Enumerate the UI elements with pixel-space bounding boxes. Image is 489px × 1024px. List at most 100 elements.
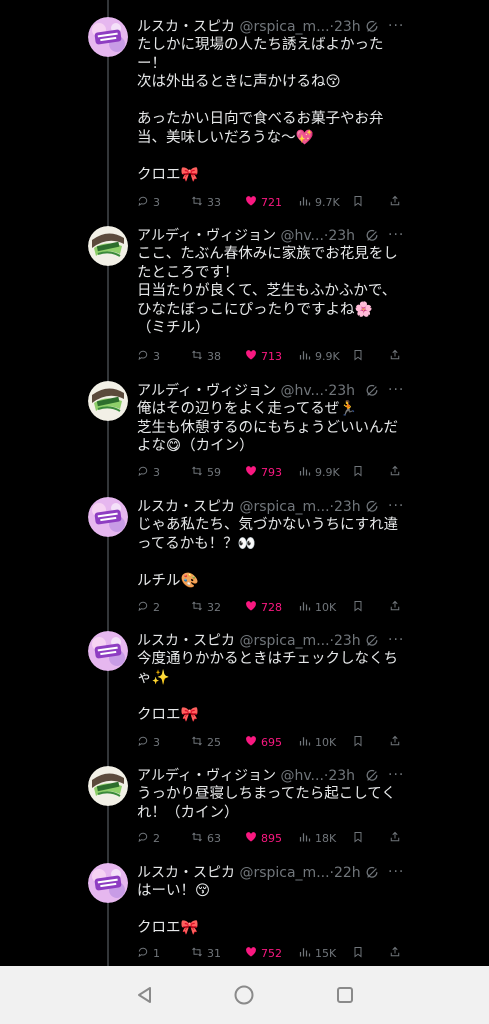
reply-icon	[137, 600, 149, 615]
grok-icon[interactable]	[365, 383, 379, 397]
more-options-icon[interactable]: ···	[388, 17, 404, 35]
display-name[interactable]: アルディ・ヴィジョン	[137, 228, 276, 244]
reply-icon	[137, 349, 149, 364]
bookmark-button[interactable]	[352, 735, 364, 749]
bookmark-button[interactable]	[352, 831, 364, 845]
repost-button[interactable]: 63	[191, 831, 221, 845]
repost-count: 63	[207, 831, 221, 845]
timestamp[interactable]: ·22h	[330, 865, 361, 881]
bookmark-button[interactable]	[352, 195, 364, 209]
timestamp[interactable]: ·23h	[324, 383, 355, 399]
heart-icon	[245, 831, 257, 846]
tweet-text-line: 次は外出るときに声かけるね😚	[137, 74, 341, 90]
repost-button[interactable]: 31	[191, 946, 221, 960]
timestamp[interactable]: ·23h	[324, 228, 355, 244]
like-button[interactable]: 713	[245, 349, 282, 363]
display-name[interactable]: ルスカ・スピカ	[137, 19, 235, 35]
more-options-icon[interactable]: ···	[388, 631, 404, 649]
grok-icon[interactable]	[365, 865, 379, 879]
like-button[interactable]: 752	[245, 946, 282, 960]
user-handle[interactable]: @hv...	[280, 228, 323, 244]
repost-button[interactable]: 59	[191, 465, 221, 479]
home-icon[interactable]	[232, 983, 256, 1007]
share-button[interactable]	[389, 349, 401, 363]
reply-button[interactable]: 3	[137, 349, 160, 363]
more-options-icon[interactable]: ···	[388, 497, 404, 515]
views-button[interactable]: 9.9K	[299, 465, 340, 479]
avatar[interactable]	[88, 863, 128, 903]
like-button[interactable]: 793	[245, 465, 282, 479]
timestamp[interactable]: ·23h	[330, 633, 361, 649]
reply-button[interactable]: 3	[137, 465, 160, 479]
tweet-actions: 3 38 713 9.9K	[137, 349, 407, 363]
share-button[interactable]	[389, 195, 401, 209]
like-button[interactable]: 728	[245, 600, 282, 614]
display-name[interactable]: ルスカ・スピカ	[137, 865, 235, 881]
bookmark-button[interactable]	[352, 600, 364, 614]
more-options-icon[interactable]: ···	[388, 863, 404, 881]
repost-button[interactable]: 32	[191, 600, 221, 614]
like-button[interactable]: 895	[245, 831, 282, 845]
user-handle[interactable]: @rspica_m...	[239, 499, 329, 515]
more-options-icon[interactable]: ···	[388, 381, 404, 399]
like-button[interactable]: 721	[245, 195, 282, 209]
more-options-icon[interactable]: ···	[388, 226, 404, 244]
share-button[interactable]	[389, 735, 401, 749]
tweet-feed[interactable]: ルスカ・スピカ @rspica_m...·23h ··· たしかに現場の人たち誘えば…	[0, 0, 489, 966]
avatar[interactable]	[88, 226, 128, 266]
repost-button[interactable]: 33	[191, 195, 221, 209]
tweet-text-line: クロエ🎀	[137, 706, 199, 723]
reply-count: 3	[153, 735, 160, 749]
tweet-body: 今度通りかかるときはチェックしなくちゃ✨ クロエ🎀	[137, 650, 399, 724]
timestamp[interactable]: ·23h	[330, 499, 361, 515]
user-handle[interactable]: @rspica_m...	[239, 865, 329, 881]
avatar[interactable]	[88, 497, 128, 537]
user-handle[interactable]: @hv...	[280, 383, 323, 399]
bookmark-button[interactable]	[352, 946, 364, 960]
like-button[interactable]: 695	[245, 735, 282, 749]
tweet-text-line: じゃあ私たち、気づかないうちにすれ違ってるかも！？👀	[137, 517, 399, 552]
share-button[interactable]	[389, 946, 401, 960]
recents-icon[interactable]	[333, 983, 357, 1007]
timestamp[interactable]: ·23h	[324, 768, 355, 784]
display-name[interactable]: ルスカ・スピカ	[137, 633, 235, 649]
avatar[interactable]	[88, 631, 128, 671]
grok-icon[interactable]	[365, 228, 379, 242]
bookmark-button[interactable]	[352, 349, 364, 363]
views-button[interactable]: 9.7K	[299, 195, 340, 209]
avatar[interactable]	[88, 766, 128, 806]
timestamp[interactable]: ·23h	[330, 19, 361, 35]
reply-button[interactable]: 2	[137, 831, 160, 845]
repost-button[interactable]: 38	[191, 349, 221, 363]
back-icon[interactable]	[133, 983, 157, 1007]
share-button[interactable]	[389, 600, 401, 614]
grok-icon[interactable]	[365, 499, 379, 513]
grok-icon[interactable]	[365, 19, 379, 33]
share-button[interactable]	[389, 465, 401, 479]
reply-button[interactable]: 1	[137, 946, 160, 960]
reply-button[interactable]: 3	[137, 735, 160, 749]
user-handle[interactable]: @rspica_m...	[239, 19, 329, 35]
reply-button[interactable]: 3	[137, 195, 160, 209]
views-button[interactable]: 15K	[299, 946, 336, 960]
avatar[interactable]	[88, 17, 128, 57]
views-button[interactable]: 9.9K	[299, 349, 340, 363]
grok-icon[interactable]	[365, 633, 379, 647]
repost-button[interactable]: 25	[191, 735, 221, 749]
view-count: 10K	[315, 600, 337, 614]
reply-button[interactable]: 2	[137, 600, 160, 614]
like-count: 728	[261, 600, 282, 614]
views-button[interactable]: 18K	[299, 831, 336, 845]
display-name[interactable]: ルスカ・スピカ	[137, 499, 235, 515]
avatar[interactable]	[88, 381, 128, 421]
bookmark-button[interactable]	[352, 465, 364, 479]
display-name[interactable]: アルディ・ヴィジョン	[137, 768, 276, 784]
views-button[interactable]: 10K	[299, 735, 336, 749]
display-name[interactable]: アルディ・ヴィジョン	[137, 383, 276, 399]
user-handle[interactable]: @rspica_m...	[239, 633, 329, 649]
user-handle[interactable]: @hv...	[280, 768, 323, 784]
share-button[interactable]	[389, 831, 401, 845]
more-options-icon[interactable]: ···	[388, 766, 404, 784]
views-button[interactable]: 10K	[299, 600, 336, 614]
grok-icon[interactable]	[365, 768, 379, 782]
